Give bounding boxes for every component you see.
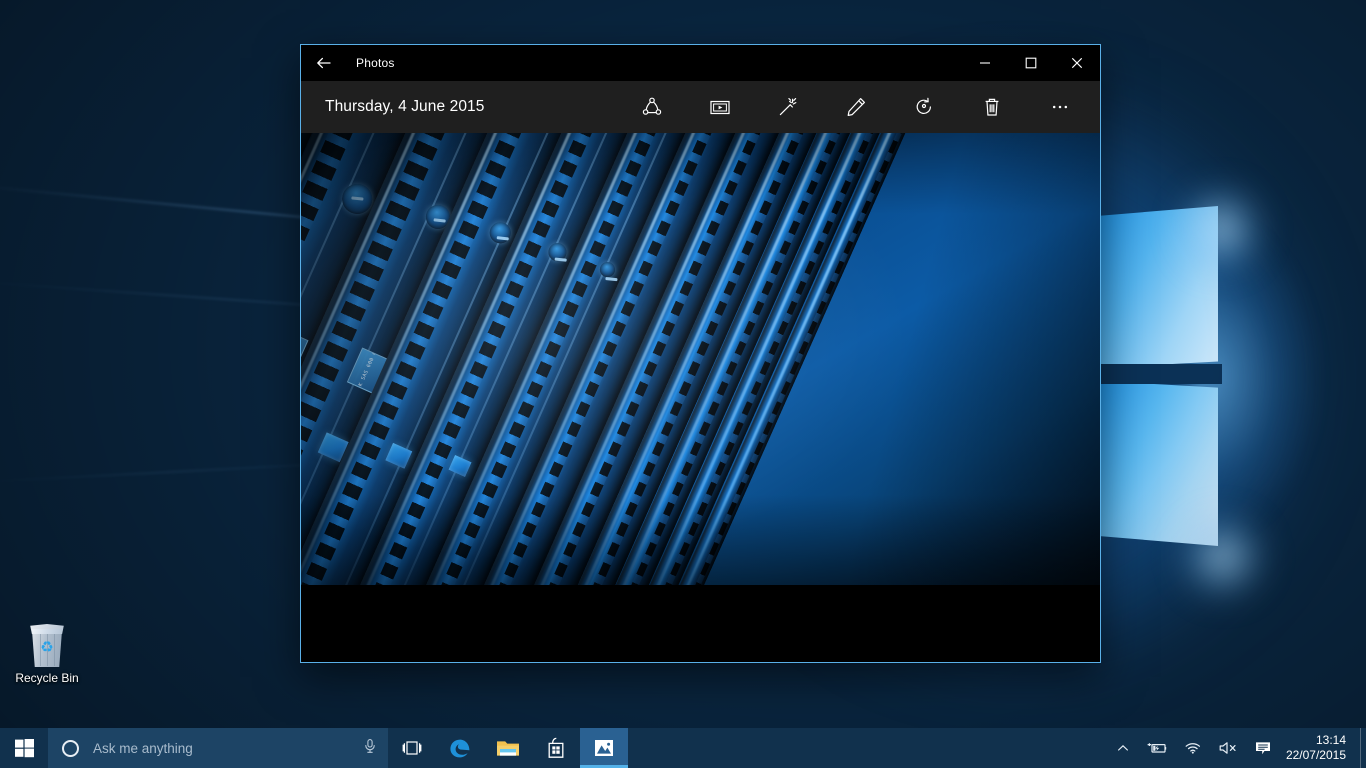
magic-wand-icon [779, 98, 797, 116]
recycle-bin-icon: ♻ [25, 622, 69, 668]
folder-icon [497, 741, 519, 756]
more-button[interactable] [1026, 81, 1094, 133]
task-view-button[interactable] [388, 728, 436, 768]
chevron-up-icon [1117, 744, 1128, 751]
desktop-icon-recycle-bin[interactable]: ♻ Recycle Bin [4, 622, 90, 694]
minimize-icon [980, 62, 990, 64]
photo-lighting-overlay [301, 133, 1100, 585]
clock-time: 13:14 [1315, 733, 1346, 747]
file-explorer-button[interactable] [484, 728, 532, 768]
displayed-photo[interactable]: 15K SAS 600 GB 15K SAS 600 GB [301, 133, 1100, 585]
windows-logo-icon [14, 738, 34, 757]
window-caption-buttons[interactable] [962, 45, 1100, 81]
system-tray[interactable]: 13:14 22/07/2015 [1108, 728, 1366, 768]
show-desktop-button[interactable] [1360, 728, 1366, 768]
desktop-icon-label: Recycle Bin [15, 671, 79, 685]
share-button[interactable] [618, 81, 686, 133]
back-button[interactable] [301, 45, 347, 81]
window-title: Photos [356, 56, 395, 70]
speaker-muted-icon [1219, 742, 1236, 754]
search-box[interactable]: Ask me anything [48, 728, 388, 768]
desktop[interactable]: ♻ Recycle Bin Photos Thursday, 4 June 20… [0, 0, 1366, 768]
wifi-icon [1185, 743, 1200, 754]
slideshow-icon [710, 100, 730, 115]
rotate-button[interactable] [890, 81, 958, 133]
trash-icon [985, 98, 999, 116]
command-bar-buttons[interactable] [618, 81, 1094, 133]
pencil-icon [847, 98, 865, 116]
window-titlebar[interactable]: Photos [301, 45, 1100, 81]
edit-button[interactable] [822, 81, 890, 133]
volume-status-icon[interactable] [1210, 728, 1246, 768]
action-center-button[interactable] [1246, 728, 1280, 768]
store-bag-icon [548, 737, 564, 758]
photos-icon [595, 740, 613, 756]
task-view-icon [402, 741, 422, 755]
start-button[interactable] [0, 728, 48, 768]
photos-taskbar-button[interactable] [580, 728, 628, 768]
store-button[interactable] [532, 728, 580, 768]
edge-icon [450, 739, 470, 758]
enhance-button[interactable] [754, 81, 822, 133]
edge-button[interactable] [436, 728, 484, 768]
photo-viewer-canvas[interactable]: 15K SAS 600 GB 15K SAS 600 GB [301, 133, 1100, 662]
close-button[interactable] [1054, 45, 1100, 81]
share-icon [642, 97, 662, 115]
recycle-symbol-icon: ♻ [40, 639, 54, 656]
rotate-icon [916, 97, 931, 114]
show-hidden-icons-button[interactable] [1108, 728, 1138, 768]
close-icon [1071, 57, 1083, 69]
maximize-icon [1025, 57, 1037, 69]
maximize-button[interactable] [1008, 45, 1054, 81]
cortana-circle-icon [62, 739, 79, 757]
battery-status-icon[interactable] [1138, 728, 1176, 768]
taskbar[interactable]: Ask me anything 13:14 22/07/2015 [0, 728, 1366, 768]
delete-button[interactable] [958, 81, 1026, 133]
search-input-placeholder[interactable]: Ask me anything [93, 741, 362, 756]
clock[interactable]: 13:14 22/07/2015 [1280, 728, 1360, 768]
clock-date: 22/07/2015 [1285, 748, 1346, 762]
network-status-icon[interactable] [1176, 728, 1210, 768]
back-arrow-icon [317, 57, 331, 69]
slideshow-button[interactable] [686, 81, 754, 133]
battery-charging-icon [1147, 743, 1167, 753]
photos-command-bar[interactable]: Thursday, 4 June 2015 [301, 81, 1100, 133]
microphone-icon[interactable] [362, 738, 378, 759]
minimize-button[interactable] [962, 45, 1008, 81]
action-center-icon [1255, 742, 1270, 755]
ellipsis-icon [1052, 105, 1068, 109]
photos-app-window[interactable]: Photos Thursday, 4 June 2015 [300, 44, 1101, 663]
photo-date-label: Thursday, 4 June 2015 [325, 98, 485, 115]
